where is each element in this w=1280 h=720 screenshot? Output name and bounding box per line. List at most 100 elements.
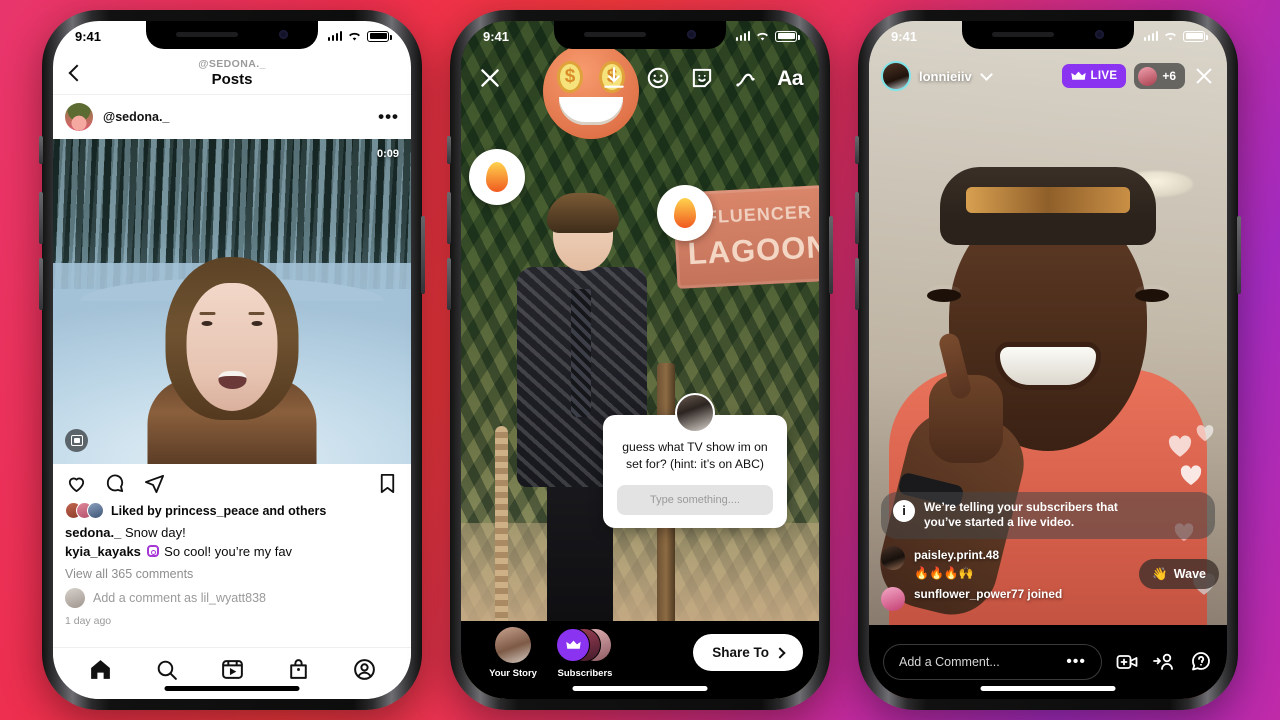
share-to-button[interactable]: Share To (693, 634, 803, 671)
phone-live-broadcast: 9:41 lonnieiiv LIVE +6 i We’re telling y… (855, 10, 1241, 710)
volume-down-button[interactable] (855, 258, 859, 310)
download-icon[interactable] (601, 65, 627, 91)
post-header: @sedona._ ••• (53, 95, 411, 139)
status-time: 9:41 (75, 28, 102, 44)
reels-icon[interactable] (220, 657, 245, 682)
view-all-comments-link[interactable]: View all 365 comments (65, 567, 399, 581)
joiner-avatar (881, 587, 905, 611)
mute-switch[interactable] (855, 136, 859, 164)
question-answer-input[interactable]: Type something.... (617, 484, 773, 515)
avatar[interactable] (65, 103, 93, 131)
bookmark-icon[interactable] (376, 472, 399, 495)
destination-subscribers[interactable]: Subscribers (549, 627, 621, 679)
bottom-tab-bar (53, 647, 411, 699)
add-comment-placeholder: Add a comment as lil_wyatt838 (93, 590, 267, 605)
text-icon[interactable]: Aa (777, 68, 803, 89)
back-icon[interactable] (68, 64, 86, 81)
close-icon[interactable] (1193, 65, 1215, 87)
caption-username[interactable]: sedona._ (65, 525, 121, 540)
heart-icon[interactable] (65, 472, 88, 495)
viewer-avatar (1138, 66, 1158, 86)
volume-down-button[interactable] (39, 258, 43, 310)
home-indicator[interactable] (980, 686, 1116, 691)
chevron-down-icon[interactable] (979, 67, 993, 81)
question-sticker[interactable]: guess what TV show im on set for? (hint:… (603, 393, 787, 528)
question-help-icon[interactable] (1189, 650, 1213, 674)
device-notch (146, 21, 318, 49)
volume-up-button[interactable] (447, 192, 451, 244)
earpiece-speaker (176, 32, 238, 37)
volume-down-button[interactable] (447, 258, 451, 310)
liked-by-text: Liked by princess_peace and others (111, 503, 327, 518)
squiggle-draw-icon[interactable] (733, 65, 759, 91)
comment-icon[interactable] (104, 472, 127, 495)
volume-up-button[interactable] (855, 192, 859, 244)
invite-person-icon[interactable] (1152, 650, 1176, 674)
current-user-avatar (65, 587, 85, 608)
liked-by-row[interactable]: Liked by princess_peace and others (65, 502, 399, 519)
destination-label: Your Story (489, 668, 537, 679)
profile-icon[interactable] (352, 657, 377, 682)
front-camera (1095, 30, 1104, 39)
home-indicator[interactable] (572, 686, 708, 691)
wave-hand-icon: 👋 (1152, 566, 1168, 581)
live-comments-list: i We’re telling your subscribers that yo… (881, 491, 1215, 611)
cellular-signal-icon (735, 31, 750, 41)
live-header: lonnieiiv LIVE +6 (869, 55, 1227, 97)
wave-button[interactable]: 👋 Wave (1139, 559, 1219, 589)
home-icon[interactable] (88, 657, 113, 682)
wifi-icon (349, 32, 360, 41)
instagram-feed-screen: 9:41 @SEDONA._ Posts @sedona._ ••• 0:09 … (53, 21, 411, 699)
add-video-icon[interactable] (1115, 650, 1139, 674)
destination-your-story[interactable]: Your Story (477, 627, 549, 679)
add-comment-input[interactable]: Add a Comment... ••• (883, 644, 1102, 680)
liked-facepile (65, 502, 104, 519)
close-icon[interactable] (477, 65, 503, 91)
battery-icon (1183, 30, 1208, 42)
search-icon[interactable] (154, 657, 179, 682)
comment-message: 🔥🔥🔥🙌 (914, 566, 974, 580)
info-icon: i (893, 499, 915, 522)
torch-decoration (657, 185, 713, 241)
comment-username[interactable]: kyia_kayaks (65, 544, 141, 559)
post-username[interactable]: @sedona._ (103, 110, 368, 124)
device-notch (962, 21, 1134, 49)
commenter-avatar (881, 546, 905, 570)
join-message: sunflower_power77 joined (914, 587, 1063, 601)
mute-switch[interactable] (39, 136, 43, 164)
comment-text: So cool! you’re my fav (164, 544, 293, 560)
system-message-row: i We’re telling your subscribers that yo… (881, 491, 1215, 539)
live-broadcast-screen: 9:41 lonnieiiv LIVE +6 i We’re telling y… (869, 21, 1227, 699)
mute-switch[interactable] (447, 136, 451, 164)
sticker-icon[interactable] (689, 65, 715, 91)
ellipsis-icon[interactable]: ••• (1066, 654, 1086, 670)
power-button[interactable] (421, 216, 425, 294)
story-subject-person (503, 193, 663, 647)
post-more-button[interactable]: ••• (378, 108, 399, 125)
shop-icon[interactable] (286, 657, 311, 682)
top-comment-line: kyia_kayaks So cool! you’re my fav (65, 543, 399, 561)
smiley-face-icon[interactable] (645, 65, 671, 91)
home-indicator[interactable] (164, 686, 300, 691)
post-media[interactable]: 0:09 (53, 139, 411, 464)
question-prompt: guess what TV show im on set for? (hint:… (622, 440, 768, 472)
broadcaster-username[interactable]: lonnieiiv (919, 69, 972, 84)
power-button[interactable] (829, 216, 833, 294)
volume-up-button[interactable] (39, 192, 43, 244)
caption-text: Snow day! (124, 525, 186, 540)
system-message-text: We’re telling your subscribers that you’… (924, 499, 1118, 530)
earpiece-speaker (584, 32, 646, 37)
viewer-count-pill[interactable]: +6 (1134, 63, 1185, 89)
wifi-icon (757, 32, 768, 41)
chevron-right-icon (774, 646, 786, 659)
page-title: Posts (211, 70, 253, 88)
broadcaster-avatar[interactable] (881, 61, 911, 91)
battery-icon (367, 30, 392, 42)
add-comment-row[interactable]: Add a comment as lil_wyatt838 (65, 587, 399, 608)
post-actions (53, 464, 411, 502)
share-icon[interactable] (143, 472, 166, 495)
video-duration: 0:09 (376, 148, 399, 160)
audio-badge-icon[interactable] (65, 429, 88, 452)
sticker-avatar (675, 393, 715, 433)
power-button[interactable] (1237, 216, 1241, 294)
